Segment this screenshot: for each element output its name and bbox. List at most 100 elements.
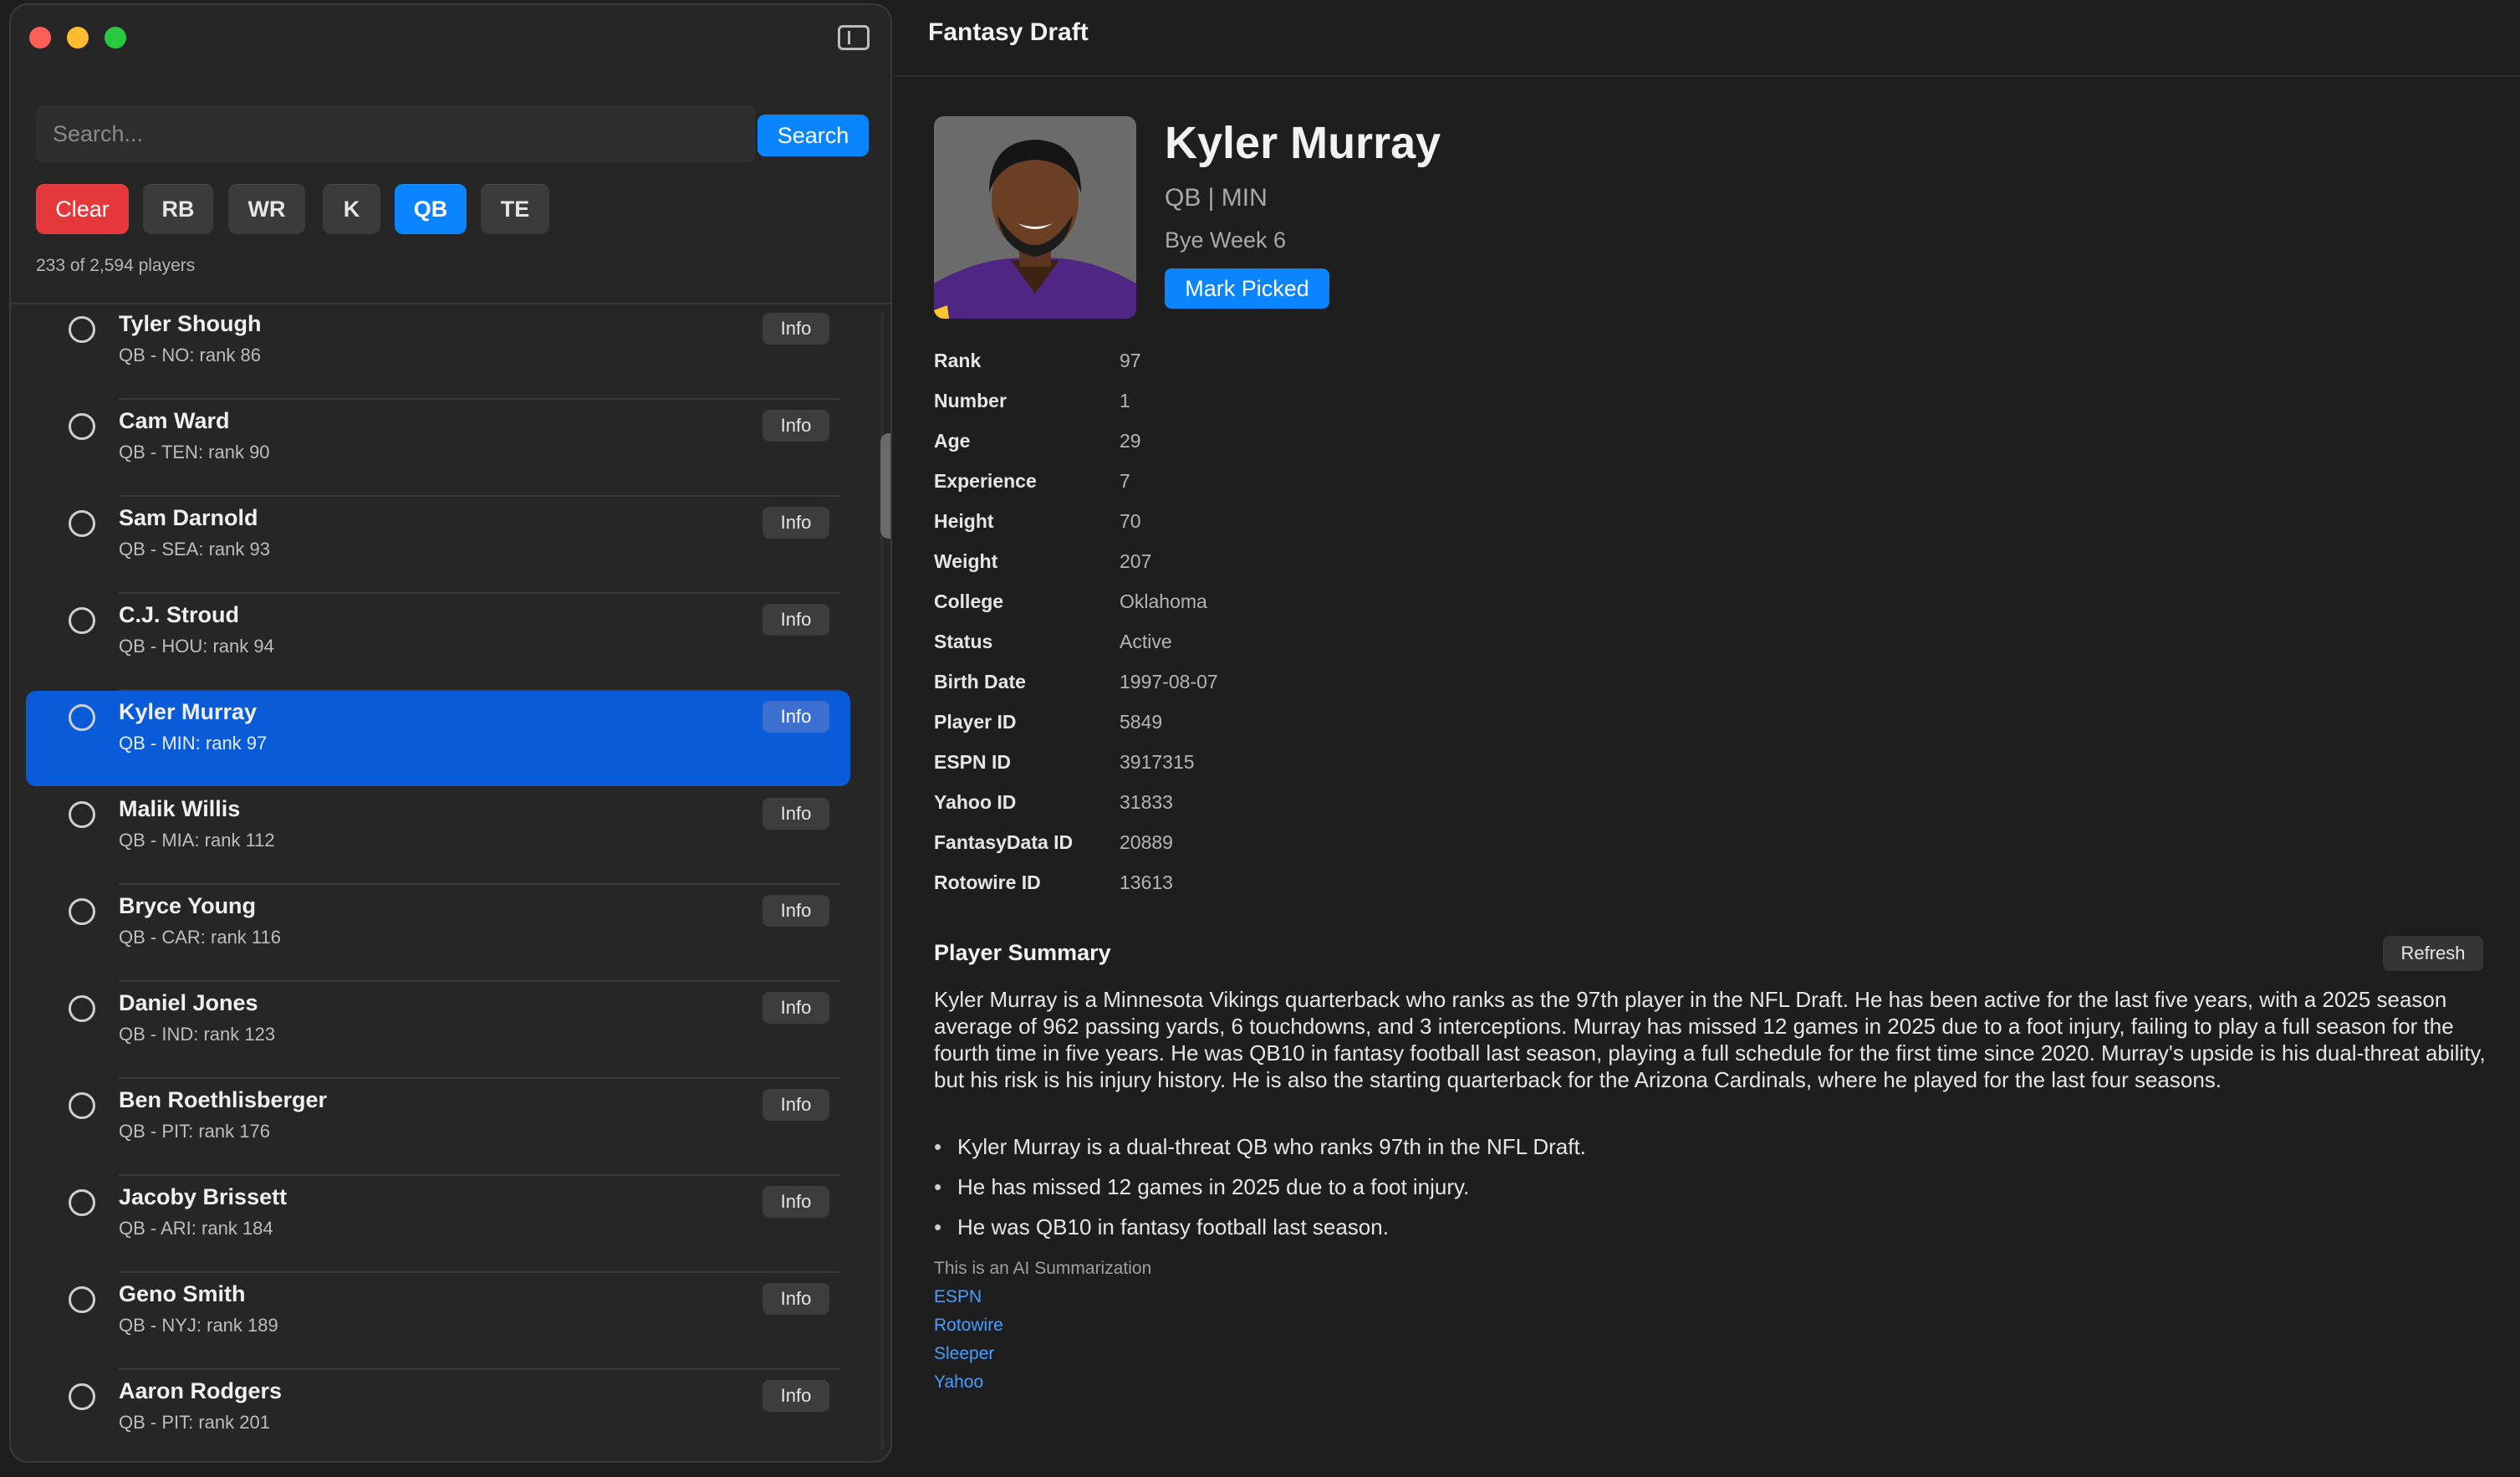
summary-bullet: • He was QB10 in fantasy football last se… xyxy=(934,1214,1389,1240)
stat-value: 1997-08-07 xyxy=(1120,671,1218,693)
player-row-name: Jacoby Brissett xyxy=(119,1184,288,1209)
pick-radio-icon[interactable] xyxy=(69,995,95,1022)
stat-value: 3917315 xyxy=(1120,751,1195,773)
info-button[interactable]: Info xyxy=(763,798,829,830)
pick-radio-icon[interactable] xyxy=(69,316,95,343)
ai-note: This is an AI Summarization xyxy=(934,1259,1152,1278)
player-row[interactable]: Jacoby Brissett QB - ARI: rank 184 Info xyxy=(26,1176,850,1273)
pick-radio-icon[interactable] xyxy=(69,413,95,440)
player-row[interactable]: Bryce Young QB - CAR: rank 116 Info xyxy=(26,885,850,982)
source-link-rotowire[interactable]: Rotowire xyxy=(934,1316,1003,1336)
stat-label: Number xyxy=(934,390,1007,411)
player-row-name: Geno Smith xyxy=(119,1281,246,1306)
info-button[interactable]: Info xyxy=(763,507,829,539)
info-button[interactable]: Info xyxy=(763,410,829,442)
player-row-detail: QB - CAR: rank 116 xyxy=(119,927,281,948)
clear-filter-button[interactable]: Clear xyxy=(36,184,129,234)
player-row-name: C.J. Stroud xyxy=(119,602,240,627)
search-button[interactable]: Search xyxy=(758,115,869,156)
bullet-dot-icon: • xyxy=(934,1134,942,1159)
stat-label: ESPN ID xyxy=(934,751,1012,773)
filter-wr-button[interactable]: WR xyxy=(228,184,305,234)
pick-radio-icon[interactable] xyxy=(69,1092,95,1119)
scrollbar-thumb[interactable] xyxy=(880,433,890,539)
player-row[interactable]: Sam Darnold QB - SEA: rank 93 Info xyxy=(26,497,850,594)
stat-label: Rank xyxy=(934,350,982,371)
stat-value: 31833 xyxy=(1120,791,1173,813)
player-row[interactable]: Tyler Shough QB - NO: rank 86 Info xyxy=(26,304,850,400)
info-button[interactable]: Info xyxy=(763,895,829,927)
refresh-summary-button[interactable]: Refresh xyxy=(2383,936,2483,971)
stat-row: Rank 97 xyxy=(934,350,1436,383)
player-row[interactable]: Geno Smith QB - NYJ: rank 189 Info xyxy=(26,1273,850,1370)
source-link-sleeper[interactable]: Sleeper xyxy=(934,1344,994,1364)
stat-value: 97 xyxy=(1120,350,1141,371)
zoom-window-button[interactable] xyxy=(105,27,126,49)
pick-radio-icon[interactable] xyxy=(69,607,95,634)
stat-row: Experience 7 xyxy=(934,470,1436,503)
stat-label: College xyxy=(934,590,1004,612)
player-row[interactable]: C.J. Stroud QB - HOU: rank 94 Info xyxy=(26,594,850,691)
stat-row: Weight 207 xyxy=(934,550,1436,584)
info-button[interactable]: Info xyxy=(763,604,829,636)
stat-label: Rotowire ID xyxy=(934,871,1041,893)
stat-label: Experience xyxy=(934,470,1037,492)
minimize-window-button[interactable] xyxy=(67,27,89,49)
bullet-text: He has missed 12 games in 2025 due to a … xyxy=(957,1174,1470,1199)
search-input[interactable] xyxy=(36,105,755,162)
pick-radio-icon[interactable] xyxy=(69,898,95,925)
stat-label: Status xyxy=(934,631,993,652)
mark-picked-button[interactable]: Mark Picked xyxy=(1165,268,1329,309)
pick-radio-icon[interactable] xyxy=(69,1286,95,1313)
stat-value: Active xyxy=(1120,631,1172,652)
pick-radio-icon[interactable] xyxy=(69,801,95,828)
pick-radio-icon[interactable] xyxy=(69,510,95,537)
stat-row: Number 1 xyxy=(934,390,1436,423)
stat-value: 70 xyxy=(1120,510,1141,532)
filter-qb-button[interactable]: QB xyxy=(395,184,467,234)
player-row[interactable]: Ben Roethlisberger QB - PIT: rank 176 Info xyxy=(26,1079,850,1176)
info-button[interactable]: Info xyxy=(763,1089,829,1121)
filter-k-button[interactable]: K xyxy=(323,184,380,234)
stat-row: Age 29 xyxy=(934,430,1436,463)
player-row-detail: QB - PIT: rank 201 xyxy=(119,1412,270,1433)
info-button[interactable]: Info xyxy=(763,313,829,345)
info-button[interactable]: Info xyxy=(763,1186,829,1218)
player-list[interactable]: Tyler Shough QB - NO: rank 86 Info Cam Ward… xyxy=(11,304,872,1461)
pick-radio-icon[interactable] xyxy=(69,704,95,731)
stat-value: 20889 xyxy=(1120,831,1173,853)
close-window-button[interactable] xyxy=(29,27,51,49)
player-row-detail: QB - IND: rank 123 xyxy=(119,1024,276,1045)
info-button[interactable]: Info xyxy=(763,1380,829,1412)
source-link-espn[interactable]: ESPN xyxy=(934,1287,982,1307)
filter-rb-button[interactable]: RB xyxy=(143,184,213,234)
summary-text: Kyler Murray is a Minnesota Vikings quar… xyxy=(934,987,2486,1092)
player-row-detail: QB - MIA: rank 112 xyxy=(119,830,275,851)
divider xyxy=(895,75,2520,77)
player-row[interactable]: Aaron Rodgers QB - PIT: rank 201 Info xyxy=(26,1370,850,1461)
player-row-detail: QB - HOU: rank 94 xyxy=(119,636,274,657)
player-row[interactable]: Cam Ward QB - TEN: rank 90 Info xyxy=(26,400,850,497)
stat-row: Player ID 5849 xyxy=(934,711,1436,744)
filter-te-button[interactable]: TE xyxy=(481,184,549,234)
stat-value: 29 xyxy=(1120,430,1141,452)
info-button[interactable]: Info xyxy=(763,992,829,1024)
player-row[interactable]: Malik Willis QB - MIA: rank 112 Info xyxy=(26,788,850,885)
pick-radio-icon[interactable] xyxy=(69,1189,95,1216)
player-row[interactable]: Kyler Murray QB - MIN: rank 97 Info xyxy=(26,691,850,786)
stat-row: Status Active xyxy=(934,631,1436,664)
stat-value: Oklahoma xyxy=(1120,590,1207,612)
source-link-yahoo[interactable]: Yahoo xyxy=(934,1372,983,1393)
stat-row: ESPN ID 3917315 xyxy=(934,751,1436,784)
sidebar-toggle-icon[interactable] xyxy=(838,25,870,50)
stat-label: Yahoo ID xyxy=(934,791,1017,813)
player-row-name: Cam Ward xyxy=(119,408,230,433)
sidebar: Search Clear RB WR K QB TE 233 of 2,594 … xyxy=(9,3,892,1463)
player-row[interactable]: Daniel Jones QB - IND: rank 123 Info xyxy=(26,982,850,1079)
info-button[interactable]: Info xyxy=(763,1283,829,1315)
player-row-detail: QB - TEN: rank 90 xyxy=(119,442,270,463)
summary-title: Player Summary xyxy=(934,940,1111,965)
pick-radio-icon[interactable] xyxy=(69,1383,95,1410)
bullet-dot-icon: • xyxy=(934,1214,942,1239)
info-button[interactable]: Info xyxy=(763,701,829,733)
